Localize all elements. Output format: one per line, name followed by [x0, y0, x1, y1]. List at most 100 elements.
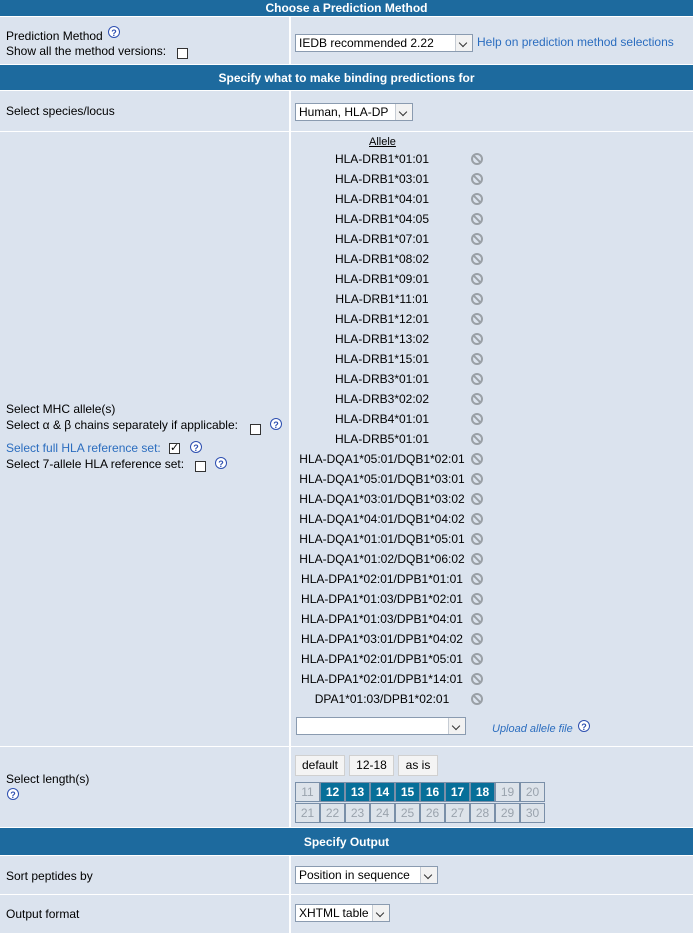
- length-value-cell: default 12-18 as is 11 12 13 14 15 16 17 18 19 20…: [291, 747, 693, 828]
- section-header-method: Choose a Prediction Method: [0, 0, 693, 17]
- allele-item: HLA-DPA1*03:01/DPB1*04:02: [301, 632, 463, 646]
- method-help-icon[interactable]: ?: [108, 26, 120, 38]
- output-format-select[interactable]: XHTML table: [295, 904, 390, 922]
- length-as-is-button[interactable]: as is: [398, 755, 438, 776]
- allele-item: HLA-DRB3*02:02: [334, 392, 430, 406]
- allele-item: HLA-DRB1*12:01: [334, 312, 430, 326]
- seven-ref-label: Select 7-allele HLA reference set:: [6, 457, 185, 471]
- allele-item: HLA-DRB1*03:01: [334, 172, 430, 186]
- allele-item: HLA-DQA1*03:01/DQB1*03:02: [299, 492, 465, 506]
- species-value-cell: Human, HLA-DP: [291, 91, 693, 132]
- method-label-cell: Prediction Method ? Show all the method …: [0, 17, 290, 65]
- output-format-select-value: XHTML table: [299, 906, 369, 920]
- remove-allele-icon[interactable]: [471, 373, 483, 385]
- remove-allele-icon[interactable]: [471, 473, 483, 485]
- length-option-18[interactable]: 18: [470, 782, 495, 802]
- allele-item: HLA-DRB1*11:01: [335, 292, 429, 306]
- method-select[interactable]: IEDB recommended 2.22: [295, 34, 473, 52]
- length-option-20[interactable]: 20: [520, 782, 545, 802]
- remove-allele-icon[interactable]: [471, 193, 483, 205]
- allele-item: HLA-DQA1*01:01/DQB1*05:01: [299, 532, 465, 546]
- allele-item: HLA-DRB1*04:01: [334, 192, 430, 206]
- allele-item: HLA-DQA1*05:01/DQB1*03:01: [299, 472, 465, 486]
- length-help-icon[interactable]: ?: [7, 788, 19, 800]
- species-label: Select species/locus: [6, 104, 115, 118]
- length-option-28[interactable]: 28: [470, 803, 495, 823]
- full-ref-help-icon[interactable]: ?: [190, 441, 202, 453]
- length-12-18-button[interactable]: 12-18: [349, 755, 394, 776]
- remove-allele-icon[interactable]: [471, 313, 483, 325]
- method-help-link[interactable]: Help on prediction method selections: [477, 35, 674, 49]
- remove-allele-icon[interactable]: [471, 213, 483, 225]
- sort-label: Sort peptides by: [6, 869, 93, 883]
- length-option-23[interactable]: 23: [345, 803, 370, 823]
- allele-item: HLA-DRB1*04:05: [334, 212, 430, 226]
- remove-allele-icon[interactable]: [471, 173, 483, 185]
- remove-allele-icon[interactable]: [471, 253, 483, 265]
- remove-allele-icon[interactable]: [471, 333, 483, 345]
- length-option-13[interactable]: 13: [345, 782, 370, 802]
- remove-allele-icon[interactable]: [471, 393, 483, 405]
- length-option-12[interactable]: 12: [320, 782, 345, 802]
- chains-help-icon[interactable]: ?: [270, 418, 282, 430]
- allele-item: HLA-DRB1*07:01: [334, 232, 430, 246]
- remove-allele-icon[interactable]: [471, 653, 483, 665]
- remove-allele-icon[interactable]: [471, 573, 483, 585]
- section-header-output: Specify Output: [0, 828, 693, 856]
- length-option-29[interactable]: 29: [495, 803, 520, 823]
- length-option-17[interactable]: 17: [445, 782, 470, 802]
- seven-ref-checkbox[interactable]: [195, 461, 206, 472]
- chains-checkbox[interactable]: [250, 424, 261, 435]
- length-default-button[interactable]: default: [295, 755, 345, 776]
- length-option-15[interactable]: 15: [395, 782, 420, 802]
- remove-allele-icon[interactable]: [471, 453, 483, 465]
- output-format-label-cell: Output format: [0, 895, 290, 934]
- length-option-19[interactable]: 19: [495, 782, 520, 802]
- remove-allele-icon[interactable]: [471, 673, 483, 685]
- mhc-label: Select MHC allele(s): [6, 402, 116, 416]
- allele-item: HLA-DQA1*01:02/DQB1*06:02: [299, 552, 465, 566]
- remove-allele-icon[interactable]: [471, 433, 483, 445]
- seven-ref-help-icon[interactable]: ?: [215, 457, 227, 469]
- full-ref-checkbox[interactable]: [169, 441, 180, 454]
- upload-allele-link[interactable]: Upload allele file: [492, 723, 573, 735]
- upload-help-icon[interactable]: ?: [578, 720, 590, 732]
- remove-allele-icon[interactable]: [471, 593, 483, 605]
- sort-select[interactable]: Position in sequence: [295, 866, 438, 884]
- remove-allele-icon[interactable]: [471, 273, 483, 285]
- method-select-value: IEDB recommended 2.22: [299, 36, 434, 50]
- length-label: Select length(s): [6, 772, 90, 786]
- length-option-11[interactable]: 11: [295, 782, 320, 802]
- remove-allele-icon[interactable]: [471, 513, 483, 525]
- remove-allele-icon[interactable]: [471, 493, 483, 505]
- species-select[interactable]: Human, HLA-DP: [295, 103, 413, 121]
- remove-allele-icon[interactable]: [471, 353, 483, 365]
- length-option-25[interactable]: 25: [395, 803, 420, 823]
- allele-add-select[interactable]: [296, 717, 466, 735]
- allele-item: HLA-DPA1*01:03/DPB1*04:01: [301, 612, 463, 626]
- length-option-22[interactable]: 22: [320, 803, 345, 823]
- remove-allele-icon[interactable]: [471, 553, 483, 565]
- full-ref-label[interactable]: Select full HLA reference set:: [6, 441, 161, 455]
- remove-allele-icon[interactable]: [471, 613, 483, 625]
- length-option-16[interactable]: 16: [420, 782, 445, 802]
- length-option-21[interactable]: 21: [295, 803, 320, 823]
- remove-allele-icon[interactable]: [471, 633, 483, 645]
- remove-allele-icon[interactable]: [471, 293, 483, 305]
- remove-allele-icon[interactable]: [471, 153, 483, 165]
- length-option-14[interactable]: 14: [370, 782, 395, 802]
- chevron-down-icon: [448, 718, 465, 734]
- method-versions-checkbox[interactable]: [177, 48, 188, 59]
- section-header-binding: Specify what to make binding predictions…: [0, 65, 693, 91]
- length-option-30[interactable]: 30: [520, 803, 545, 823]
- length-option-27[interactable]: 27: [445, 803, 470, 823]
- remove-allele-icon[interactable]: [471, 693, 483, 705]
- prediction-form: Choose a Prediction Method Prediction Me…: [0, 0, 693, 934]
- length-option-24[interactable]: 24: [370, 803, 395, 823]
- remove-allele-icon[interactable]: [471, 533, 483, 545]
- allele-item: HLA-DQA1*04:01/DQB1*04:02: [299, 512, 465, 526]
- length-option-26[interactable]: 26: [420, 803, 445, 823]
- remove-allele-icon[interactable]: [471, 233, 483, 245]
- allele-item: HLA-DRB1*08:02: [334, 252, 430, 266]
- remove-allele-icon[interactable]: [471, 413, 483, 425]
